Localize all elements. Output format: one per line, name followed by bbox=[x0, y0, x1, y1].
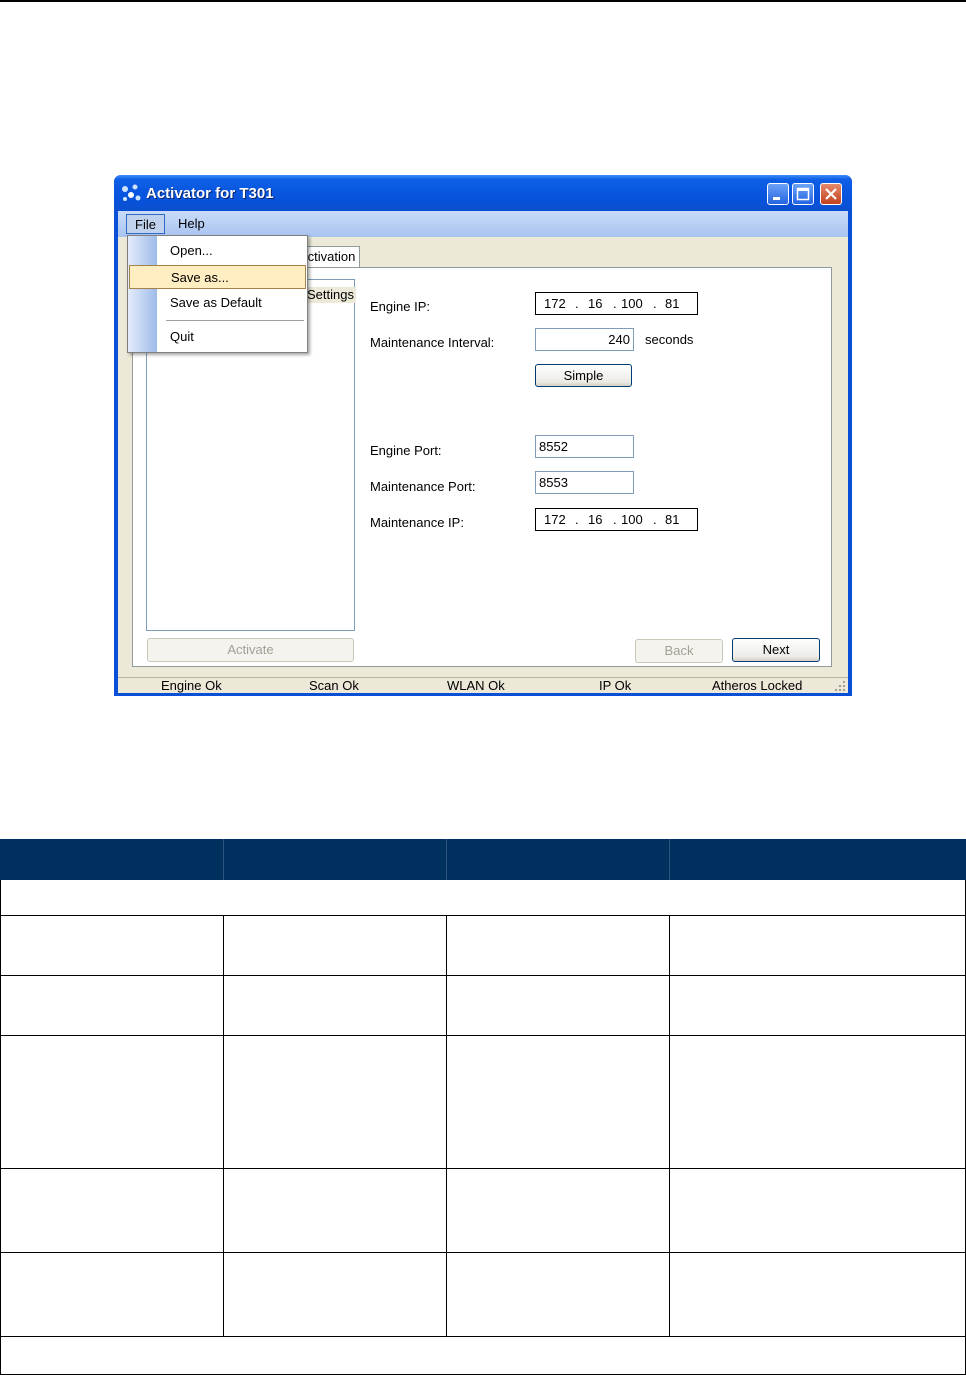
ip-dot: . bbox=[613, 296, 617, 311]
ip-dot: . bbox=[653, 512, 657, 527]
tree-item-settings[interactable]: Settings bbox=[305, 287, 356, 303]
ip-dot: . bbox=[575, 296, 579, 311]
maintenance-interval-unit: seconds bbox=[645, 332, 694, 347]
minimize-button[interactable] bbox=[767, 183, 789, 205]
maintenance-port-label: Maintenance Port: bbox=[370, 479, 476, 494]
table-header-cell-4 bbox=[670, 839, 966, 880]
maintenance-interval-input[interactable]: 240 bbox=[535, 328, 634, 351]
back-button[interactable]: Back bbox=[635, 639, 723, 663]
column-divider bbox=[446, 915, 447, 1337]
status-scan: Scan Ok bbox=[309, 678, 359, 693]
resize-grip-icon[interactable] bbox=[834, 680, 846, 692]
ip-dot: . bbox=[653, 296, 657, 311]
maintenance-port-input[interactable]: 8553 bbox=[535, 471, 634, 494]
file-menu-dropdown: Open... Save as... Save as Default Quit bbox=[127, 235, 308, 353]
page-top-rule bbox=[0, 0, 966, 2]
ip-dot: . bbox=[575, 512, 579, 527]
table-header-cell-3 bbox=[447, 839, 669, 880]
menu-item-quit[interactable]: Quit bbox=[129, 325, 306, 349]
status-ip: IP Ok bbox=[599, 678, 632, 693]
maintenance-ip-field[interactable]: 172 . 16 . 100 . 81 bbox=[535, 508, 698, 531]
simple-button[interactable]: Simple bbox=[535, 364, 632, 387]
close-icon bbox=[825, 188, 837, 200]
table-row bbox=[0, 915, 966, 916]
engine-port-label: Engine Port: bbox=[370, 443, 442, 458]
next-button[interactable]: Next bbox=[732, 638, 820, 662]
maintenance-ip-octet-3: 100 bbox=[621, 512, 643, 527]
table-row bbox=[0, 1168, 966, 1169]
table-row bbox=[0, 1336, 966, 1337]
engine-ip-field[interactable]: 172 . 16 . 100 . 81 bbox=[535, 292, 698, 315]
menu-item-open[interactable]: Open... bbox=[129, 239, 306, 263]
table-header bbox=[0, 839, 966, 880]
maximize-icon bbox=[796, 187, 810, 201]
maintenance-interval-label: Maintenance Interval: bbox=[370, 335, 495, 350]
tab-activation[interactable]: Activation bbox=[304, 246, 360, 267]
engine-ip-octet-4: 81 bbox=[665, 296, 680, 311]
menu-item-save-as[interactable]: Save as... bbox=[129, 265, 306, 289]
title-bar[interactable]: Activator for T301 bbox=[114, 175, 852, 211]
menu-bar: File Help bbox=[118, 211, 848, 237]
tab-activation-label: Activation bbox=[304, 249, 356, 264]
status-bar: Engine Ok Scan Ok WLAN Ok IP Ok Atheros … bbox=[118, 677, 848, 693]
ip-dot: . bbox=[613, 512, 617, 527]
table-row bbox=[0, 1035, 966, 1036]
column-divider bbox=[223, 915, 224, 1337]
engine-ip-octet-2: 16 bbox=[588, 296, 603, 311]
table-row bbox=[0, 975, 966, 976]
menu-item-save-as-default[interactable]: Save as Default bbox=[129, 291, 306, 315]
status-wlan: WLAN Ok bbox=[447, 678, 505, 693]
column-divider bbox=[669, 915, 670, 1337]
maintenance-ip-octet-4: 81 bbox=[665, 512, 680, 527]
engine-ip-octet-3: 100 bbox=[621, 296, 643, 311]
info-table bbox=[0, 839, 966, 1375]
maintenance-ip-octet-2: 16 bbox=[588, 512, 603, 527]
minimize-icon bbox=[773, 197, 780, 200]
maintenance-ip-octet-1: 172 bbox=[544, 512, 566, 527]
menu-help[interactable]: Help bbox=[170, 214, 213, 234]
engine-port-input[interactable]: 8552 bbox=[535, 435, 634, 458]
menu-separator bbox=[166, 320, 304, 321]
close-button[interactable] bbox=[820, 183, 842, 205]
table-header-cell-1 bbox=[0, 839, 223, 880]
table-border bbox=[0, 880, 1, 1375]
activate-button[interactable]: Activate bbox=[147, 638, 354, 662]
maintenance-ip-label: Maintenance IP: bbox=[370, 515, 464, 530]
table-row bbox=[0, 1252, 966, 1253]
status-engine: Engine Ok bbox=[161, 678, 222, 693]
app-icon bbox=[122, 184, 141, 201]
maximize-button[interactable] bbox=[792, 183, 814, 205]
table-header-cell-2 bbox=[224, 839, 446, 880]
menu-file[interactable]: File bbox=[126, 214, 165, 234]
engine-ip-label: Engine IP: bbox=[370, 299, 430, 314]
engine-ip-octet-1: 172 bbox=[544, 296, 566, 311]
window-title: Activator for T301 bbox=[146, 185, 274, 202]
status-atheros: Atheros Locked bbox=[712, 678, 803, 693]
